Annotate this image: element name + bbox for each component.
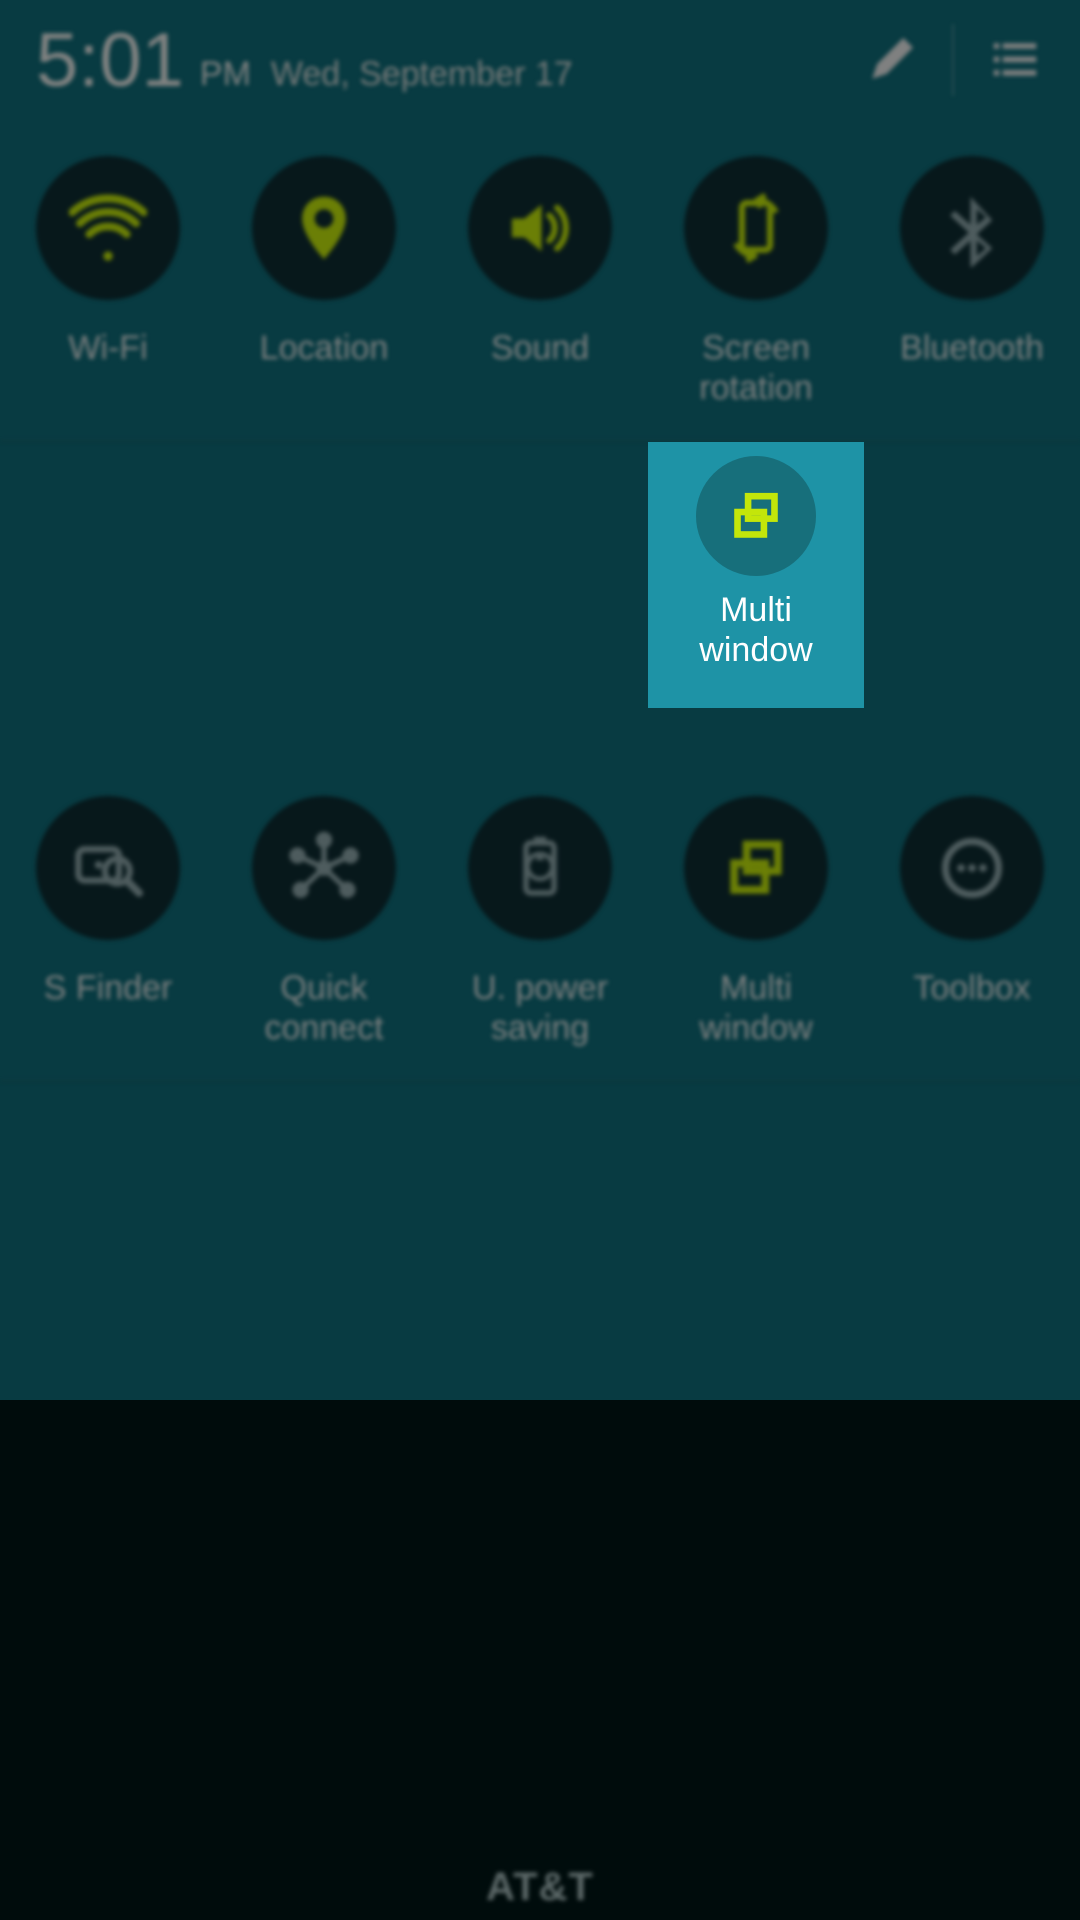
panel-dimmed-layer: 5:01 PM Wed, September 17 Wi-Fi Location S… [0,0,1080,1400]
toggle-label: Sound [487,328,593,368]
quickconnect-icon [252,796,396,940]
list-view-icon[interactable] [980,25,1050,95]
clock-date: Wed, September 17 [271,55,573,94]
upower-icon [468,796,612,940]
toggle-label: Multi window [695,968,816,1048]
wifi-icon [36,156,180,300]
multiwindow-icon [684,796,828,940]
toggle-multiwindow[interactable]: Multi window [648,760,864,1080]
bluetooth-icon [900,156,1044,300]
toolbox-icon [900,796,1044,940]
toggle-label: Multi window [699,590,812,670]
sound-icon [468,156,612,300]
toggle-label: Screen rotation [695,328,816,408]
rotation-icon [684,156,828,300]
toggle-label: Toolbox [909,968,1034,1008]
sfinder-icon [36,796,180,940]
toggle-label: U. power saving [468,968,612,1048]
toggle-multi-window[interactable]: Multi window [648,442,864,708]
toggle-label: S Finder [40,968,177,1008]
edit-icon[interactable] [856,25,926,95]
toggle-label: Location [256,328,393,368]
toggle-label: Wi-Fi [64,328,151,368]
toggle-label: Quick connect [260,968,387,1048]
toggle-location[interactable]: Location [216,120,432,440]
carrier-label: AT&T [0,1865,1080,1910]
toggle-wifi[interactable]: Wi-Fi [0,120,216,440]
toggle-rotation[interactable]: Screen rotation [648,120,864,440]
toggle-sfinder[interactable]: S Finder [0,760,216,1080]
toggle-quickconnect[interactable]: Quick connect [216,760,432,1080]
toggle-toolbox[interactable]: Toolbox [864,760,1080,1080]
clock-time: 5:01 [36,17,184,104]
location-icon [252,156,396,300]
toggle-bluetooth[interactable]: Bluetooth [864,120,1080,440]
toggle-label: Bluetooth [896,328,1048,368]
quick-settings-panel: 5:01 PM Wed, September 17 Wi-Fi Location S… [0,0,1080,1920]
status-header: 5:01 PM Wed, September 17 [0,0,1080,120]
toggle-sound[interactable]: Sound [432,120,648,440]
header-divider [952,24,954,96]
clock-ampm: PM [200,55,251,94]
notifications-area [0,1400,1080,1920]
toggle-upower[interactable]: U. power saving [432,760,648,1080]
